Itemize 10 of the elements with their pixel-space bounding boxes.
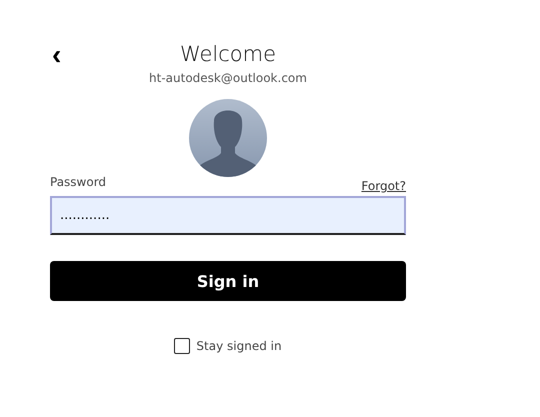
avatar-icon (189, 99, 267, 177)
back-button[interactable]: ‹ (50, 43, 64, 67)
stay-signed-in-label: Stay signed in (196, 339, 282, 353)
account-email: ht-autodesk@outlook.com (149, 71, 307, 85)
password-field[interactable]: ............ (50, 196, 406, 235)
forgot-link[interactable]: Forgot? (361, 179, 406, 193)
stay-signed-in-checkbox[interactable] (174, 338, 190, 354)
welcome-title: Welcome (180, 41, 276, 68)
password-label: Password (50, 175, 106, 189)
sign-in-button[interactable]: Sign in (50, 261, 406, 301)
